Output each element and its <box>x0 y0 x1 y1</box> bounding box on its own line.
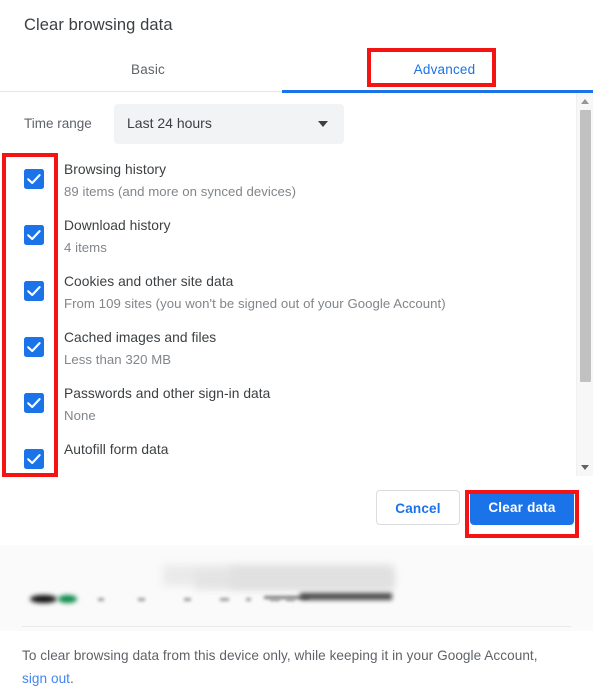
tab-bar-divider <box>0 91 282 92</box>
footer-note-text-before: To clear browsing data from this device … <box>22 648 538 663</box>
scroll-down-arrow-icon[interactable] <box>581 465 589 470</box>
footer-divider <box>22 626 571 627</box>
time-range-row: Time range Last 24 hours <box>0 104 560 146</box>
option-row-browsing-history[interactable]: Browsing history 89 items (and more on s… <box>0 159 560 215</box>
scroll-up-arrow-icon[interactable] <box>581 99 589 104</box>
option-row-cookies[interactable]: Cookies and other site data From 109 sit… <box>0 271 560 327</box>
option-row-passwords[interactable]: Passwords and other sign-in data None <box>0 383 560 439</box>
tab-bar: Basic Advanced <box>0 47 593 92</box>
blurred-shape <box>58 595 77 603</box>
checkbox-browsing-history[interactable] <box>24 169 44 189</box>
option-sublabel: None <box>64 408 96 423</box>
time-range-value: Last 24 hours <box>127 115 212 131</box>
checkbox-cached-images[interactable] <box>24 337 44 357</box>
checkbox-autofill[interactable] <box>24 449 44 469</box>
option-row-cached-images[interactable]: Cached images and files Less than 320 MB <box>0 327 560 383</box>
chevron-down-icon <box>318 121 328 127</box>
option-row-download-history[interactable]: Download history 4 items <box>0 215 560 271</box>
checkbox-download-history[interactable] <box>24 225 44 245</box>
time-range-select[interactable]: Last 24 hours <box>114 104 344 144</box>
option-label: Cached images and files <box>64 330 217 345</box>
blurred-shape <box>300 593 392 600</box>
vertical-scrollbar[interactable] <box>576 93 593 476</box>
option-label: Download history <box>64 218 171 233</box>
blurred-shape <box>220 598 229 601</box>
time-range-label: Time range <box>24 116 92 131</box>
option-sublabel: From 109 sites (you won't be signed out … <box>64 296 446 311</box>
tab-advanced[interactable]: Advanced <box>296 47 593 92</box>
blurred-shape <box>270 598 280 601</box>
blurred-shape <box>246 598 251 601</box>
blurred-shape <box>138 598 145 601</box>
dialog-action-bar: Cancel Clear data <box>0 476 593 545</box>
blurred-shape <box>184 598 191 601</box>
option-label: Cookies and other site data <box>64 274 234 289</box>
page-title: Clear browsing data <box>24 16 173 34</box>
checkbox-cookies[interactable] <box>24 281 44 301</box>
blurred-shape <box>286 598 295 601</box>
tab-basic[interactable]: Basic <box>0 47 296 92</box>
clear-browsing-data-dialog: Clear browsing data Basic Advanced Time … <box>0 0 593 700</box>
checkbox-passwords[interactable] <box>24 393 44 413</box>
options-scroll-region: Time range Last 24 hours Browsing histor… <box>0 93 593 476</box>
blurred-shape <box>98 598 104 601</box>
scrollbar-thumb[interactable] <box>580 110 591 382</box>
cancel-button[interactable]: Cancel <box>376 490 460 525</box>
option-label: Autofill form data <box>64 442 169 457</box>
option-label: Browsing history <box>64 162 167 177</box>
blurred-content-strip <box>0 545 593 631</box>
blurred-shape <box>230 567 392 588</box>
options-list: Browsing history 89 items (and more on s… <box>0 159 560 476</box>
blurred-shape <box>30 595 57 603</box>
option-sublabel: 4 items <box>64 240 107 255</box>
footer-note: To clear browsing data from this device … <box>22 644 552 690</box>
clear-data-button[interactable]: Clear data <box>470 490 574 525</box>
option-label: Passwords and other sign-in data <box>64 386 271 401</box>
sign-out-link[interactable]: sign out <box>22 671 70 686</box>
dialog-title-bar: Clear browsing data <box>0 0 593 47</box>
option-row-autofill[interactable]: Autofill form data <box>0 439 560 476</box>
option-sublabel: 89 items (and more on synced devices) <box>64 184 297 199</box>
footer-note-text-after: . <box>70 671 74 686</box>
option-sublabel: Less than 320 MB <box>64 352 172 367</box>
